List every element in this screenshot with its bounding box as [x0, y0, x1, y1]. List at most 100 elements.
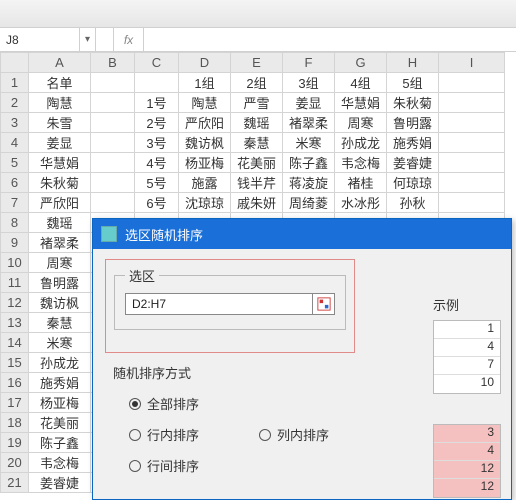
cell[interactable] [439, 173, 505, 193]
select-all-corner[interactable] [1, 53, 29, 73]
cell[interactable]: 何琼琼 [387, 173, 439, 193]
cell[interactable]: 周寒 [335, 113, 387, 133]
cell[interactable]: 米寒 [29, 333, 91, 353]
radio-row-in[interactable]: 行内排序 [129, 425, 199, 444]
column-header[interactable]: I [439, 53, 505, 73]
cell[interactable]: 花美丽 [231, 153, 283, 173]
row-header[interactable]: 17 [1, 393, 29, 413]
cell[interactable]: 严欣阳 [29, 193, 91, 213]
cell[interactable] [439, 113, 505, 133]
dialog-titlebar[interactable]: 选区随机排序 [93, 219, 511, 249]
cell[interactable]: 4号 [135, 153, 179, 173]
row-header[interactable]: 11 [1, 273, 29, 293]
cell[interactable]: 秦慧 [29, 313, 91, 333]
cell[interactable]: 周绮菱 [283, 193, 335, 213]
cell[interactable]: 3号 [135, 133, 179, 153]
cell[interactable]: 6号 [135, 193, 179, 213]
row-header[interactable]: 3 [1, 113, 29, 133]
cell[interactable]: 魏瑶 [29, 213, 91, 233]
row-header[interactable]: 16 [1, 373, 29, 393]
row-header[interactable]: 4 [1, 133, 29, 153]
radio-row-between[interactable]: 行间排序 [129, 456, 199, 475]
cell[interactable]: 1组 [179, 73, 231, 93]
row-header[interactable]: 14 [1, 333, 29, 353]
cell[interactable]: 2号 [135, 113, 179, 133]
row-header[interactable]: 7 [1, 193, 29, 213]
cell[interactable]: 名单 [29, 73, 91, 93]
cell[interactable]: 严欣阳 [179, 113, 231, 133]
cell[interactable] [439, 153, 505, 173]
column-header[interactable]: H [387, 53, 439, 73]
cell[interactable]: 5组 [387, 73, 439, 93]
row-header[interactable]: 1 [1, 73, 29, 93]
cell[interactable] [91, 153, 135, 173]
row-header[interactable]: 2 [1, 93, 29, 113]
range-input[interactable]: D2:H7 [126, 297, 312, 311]
cell[interactable] [91, 73, 135, 93]
cell[interactable]: 孙秋 [387, 193, 439, 213]
cell[interactable]: 魏访枫 [179, 133, 231, 153]
row-header[interactable]: 18 [1, 413, 29, 433]
name-box[interactable]: J8 [0, 28, 80, 51]
row-header[interactable]: 19 [1, 433, 29, 453]
name-box-dropdown-icon[interactable]: ▾ [80, 28, 96, 51]
cell[interactable] [91, 113, 135, 133]
cell[interactable] [439, 133, 505, 153]
cell[interactable] [439, 193, 505, 213]
cell[interactable] [91, 133, 135, 153]
cell[interactable]: 花美丽 [29, 413, 91, 433]
range-picker-button[interactable] [312, 294, 334, 314]
cell[interactable]: 施秀娟 [387, 133, 439, 153]
row-header[interactable]: 8 [1, 213, 29, 233]
cell[interactable]: 陈子鑫 [29, 433, 91, 453]
cell[interactable] [439, 73, 505, 93]
column-header[interactable]: C [135, 53, 179, 73]
formula-bar-cancel[interactable] [96, 28, 114, 51]
cell[interactable]: 姜睿婕 [29, 473, 91, 493]
row-header[interactable]: 13 [1, 313, 29, 333]
cell[interactable]: 施露 [179, 173, 231, 193]
radio-all-sort[interactable]: 全部排序 [129, 394, 199, 413]
cell[interactable]: 姜睿婕 [387, 153, 439, 173]
cell[interactable] [439, 93, 505, 113]
cell[interactable]: 褚桂 [335, 173, 387, 193]
fx-icon[interactable]: fx [114, 28, 144, 51]
cell[interactable]: 韦念梅 [335, 153, 387, 173]
row-header[interactable]: 21 [1, 473, 29, 493]
cell[interactable]: 朱雪 [29, 113, 91, 133]
cell[interactable]: 5号 [135, 173, 179, 193]
cell[interactable]: 褚翠柔 [283, 113, 335, 133]
cell[interactable]: 姜显 [283, 93, 335, 113]
cell[interactable]: 华慧娟 [29, 153, 91, 173]
cell[interactable]: 鲁明露 [29, 273, 91, 293]
cell[interactable]: 魏访枫 [29, 293, 91, 313]
cell[interactable]: 杨亚梅 [29, 393, 91, 413]
radio-col-in[interactable]: 列内排序 [259, 425, 329, 444]
row-header[interactable]: 10 [1, 253, 29, 273]
cell[interactable]: 陈子鑫 [283, 153, 335, 173]
cell[interactable]: 姜显 [29, 133, 91, 153]
cell[interactable]: 2组 [231, 73, 283, 93]
cell[interactable]: 米寒 [283, 133, 335, 153]
cell[interactable]: 朱秋菊 [29, 173, 91, 193]
cell[interactable]: 3组 [283, 73, 335, 93]
cell[interactable] [91, 173, 135, 193]
cell[interactable]: 朱秋菊 [387, 93, 439, 113]
cell[interactable]: 沈琼琼 [179, 193, 231, 213]
cell[interactable]: 秦慧 [231, 133, 283, 153]
cell[interactable]: 华慧娟 [335, 93, 387, 113]
cell[interactable]: 戚朱妍 [231, 193, 283, 213]
cell[interactable]: 周寒 [29, 253, 91, 273]
cell[interactable] [91, 193, 135, 213]
cell[interactable]: 水冰彤 [335, 193, 387, 213]
cell[interactable]: 陶慧 [179, 93, 231, 113]
formula-input[interactable] [144, 28, 516, 51]
cell[interactable]: 孙成龙 [29, 353, 91, 373]
row-header[interactable]: 9 [1, 233, 29, 253]
cell[interactable]: 孙成龙 [335, 133, 387, 153]
row-header[interactable]: 15 [1, 353, 29, 373]
cell[interactable]: 严雪 [231, 93, 283, 113]
cell[interactable]: 韦念梅 [29, 453, 91, 473]
cell[interactable]: 魏瑶 [231, 113, 283, 133]
cell[interactable] [91, 93, 135, 113]
